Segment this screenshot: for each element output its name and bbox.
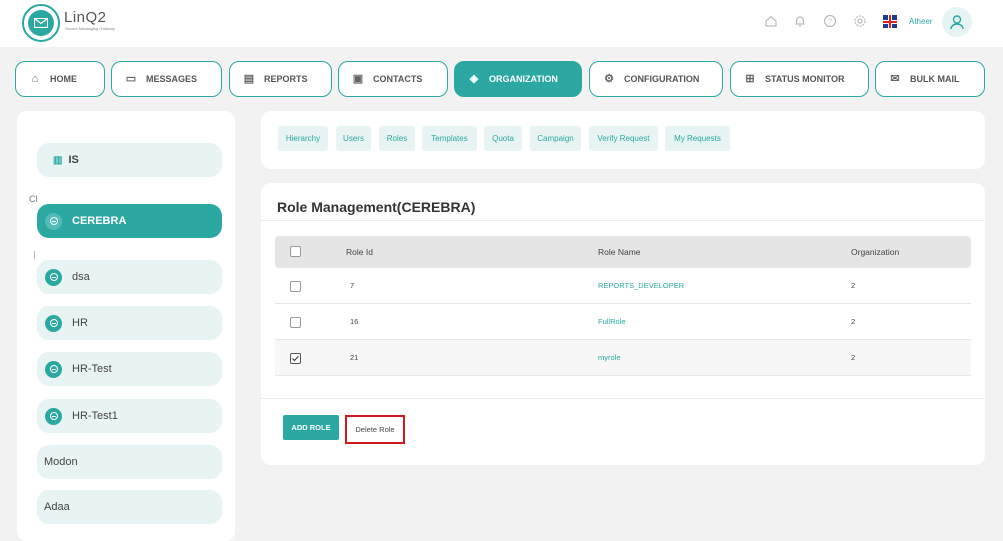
gear-icon: ⚙ [604, 73, 614, 85]
sidebar-item-label: Adaa [44, 501, 70, 513]
top-header: LinQ2 Secure Messaging Gateway ? Atheer [0, 0, 1003, 47]
row-checkbox[interactable] [290, 281, 301, 292]
divider [261, 398, 985, 399]
nav-messages[interactable]: ▭ MESSAGES [111, 61, 222, 97]
table-header: Role Id Role Name Organization [275, 236, 971, 268]
nav-label: BULK MAIL [910, 74, 960, 84]
bell-icon[interactable] [792, 14, 808, 30]
nav-label: MESSAGES [146, 74, 198, 84]
org-sidebar: ▥ IS Cl CEREBRA dsa HR HR-Test HR-Test1 … [17, 111, 235, 541]
sidebar-item-modon[interactable]: Modon [37, 445, 222, 479]
nav-label: STATUS MONITOR [765, 74, 845, 84]
collapse-icon [45, 314, 62, 332]
gear-icon[interactable] [852, 14, 868, 30]
page-title: Role Management(CEREBRA) [277, 199, 476, 215]
logo[interactable] [22, 4, 60, 42]
collapse-icon [45, 407, 62, 425]
nav-label: REPORTS [264, 74, 308, 84]
collapse-icon [45, 212, 62, 230]
role-name-link[interactable]: REPORTS_DEVELOPER [598, 268, 684, 304]
select-all-checkbox[interactable] [290, 246, 301, 257]
tab-verify-request[interactable]: Verify Request [589, 126, 658, 151]
nav-home[interactable]: ⌂ HOME [15, 61, 105, 97]
sidebar-section-label: Cl [29, 194, 38, 204]
role-id-cell: 7 [350, 281, 355, 290]
collapse-icon [45, 360, 62, 378]
tab-my-requests[interactable]: My Requests [665, 126, 730, 151]
sidebar-item-label: HR-Test1 [72, 410, 118, 422]
nav-organization[interactable]: ◈ ORGANIZATION [454, 61, 582, 97]
sidebar-item-label: dsa [72, 271, 90, 283]
sidebar-item-cerebra[interactable]: CEREBRA [37, 204, 222, 238]
logo-mail-icon [28, 10, 54, 36]
mail-icon: ✉ [890, 73, 900, 85]
sidebar-item-hr-test[interactable]: HR-Test [37, 352, 222, 386]
sidebar-item-adaa[interactable]: Adaa [37, 490, 222, 524]
tab-quota[interactable]: Quota [484, 126, 522, 151]
sidebar-item-label: CEREBRA [72, 215, 127, 227]
tab-users[interactable]: Users [336, 126, 371, 151]
column-header-role-name[interactable]: Role Name [598, 236, 641, 268]
home-icon[interactable] [763, 14, 779, 30]
row-checkbox[interactable] [290, 317, 301, 328]
nav-bulk-mail[interactable]: ✉ BULK MAIL [875, 61, 985, 97]
uk-flag-icon[interactable] [883, 15, 897, 28]
delete-role-button[interactable]: Delete Role [345, 415, 405, 444]
help-icon[interactable]: ? [822, 14, 838, 30]
tabs-panel: Hierarchy Users Roles Templates Quota Ca… [261, 111, 985, 169]
nav-label: CONFIGURATION [624, 74, 700, 84]
tab-hierarchy[interactable]: Hierarchy [278, 126, 328, 151]
organization-cell: 2 [851, 281, 856, 290]
sidebar-root-is[interactable]: ▥ IS [37, 143, 222, 177]
column-header-organization[interactable]: Organization [851, 236, 899, 268]
row-checkbox[interactable] [290, 353, 301, 364]
sidebar-item-dsa[interactable]: dsa [37, 260, 222, 294]
column-header-role-id[interactable]: Role Id [346, 236, 373, 268]
home-icon: ⌂ [31, 73, 39, 85]
logo-title: LinQ2 [64, 9, 107, 26]
add-role-button[interactable]: ADD ROLE [283, 415, 339, 440]
checkmark-icon [292, 355, 299, 362]
tree-line [34, 251, 35, 259]
sidebar-item-label: IS [68, 154, 79, 166]
organization-cell: 2 [851, 317, 856, 326]
role-id-cell: 16 [350, 317, 359, 326]
tab-templates[interactable]: Templates [422, 126, 477, 151]
nav-status-monitor[interactable]: ⊞ STATUS MONITOR [730, 61, 869, 97]
document-icon: ▤ [243, 73, 255, 85]
table-row[interactable]: 7 REPORTS_DEVELOPER 2 [275, 268, 971, 304]
avatar[interactable] [942, 7, 972, 37]
organization-cell: 2 [851, 353, 856, 362]
sidebar-item-hr[interactable]: HR [37, 306, 222, 340]
nav-label: HOME [50, 74, 77, 84]
role-name-link[interactable]: FullRole [598, 304, 626, 340]
sidebar-item-label: HR-Test [72, 363, 112, 375]
logo-tagline: Secure Messaging Gateway [65, 26, 116, 31]
sidebar-item-label: HR [72, 317, 88, 329]
svg-text:?: ? [828, 19, 832, 26]
grid-icon: ⊞ [745, 73, 755, 85]
message-icon: ▭ [125, 73, 137, 85]
building-icon: ▥ [53, 154, 63, 166]
nav-label: ORGANIZATION [489, 74, 558, 84]
nav-configuration[interactable]: ⚙ CONFIGURATION [589, 61, 723, 97]
table-row[interactable]: 16 FullRole 2 [275, 304, 971, 340]
nav-contacts[interactable]: ▣ CONTACTS [338, 61, 448, 97]
tab-campaign[interactable]: Campaign [530, 126, 581, 151]
contact-card-icon: ▣ [352, 73, 364, 85]
sidebar-item-label: Modon [44, 456, 78, 468]
tab-roles[interactable]: Roles [379, 126, 415, 151]
divider [261, 220, 985, 221]
username[interactable]: Atheer [909, 17, 933, 26]
layers-icon: ◈ [469, 73, 479, 85]
collapse-icon [45, 268, 62, 286]
role-management-panel: Role Management(CEREBRA) Role Id Role Na… [261, 183, 985, 465]
role-name-link[interactable]: myrole [598, 340, 621, 376]
role-id-cell: 21 [350, 353, 359, 362]
table-row[interactable]: 21 myrole 2 [275, 340, 971, 376]
sidebar-item-hr-test1[interactable]: HR-Test1 [37, 399, 222, 433]
nav-label: CONTACTS [373, 74, 423, 84]
nav-reports[interactable]: ▤ REPORTS [229, 61, 332, 97]
